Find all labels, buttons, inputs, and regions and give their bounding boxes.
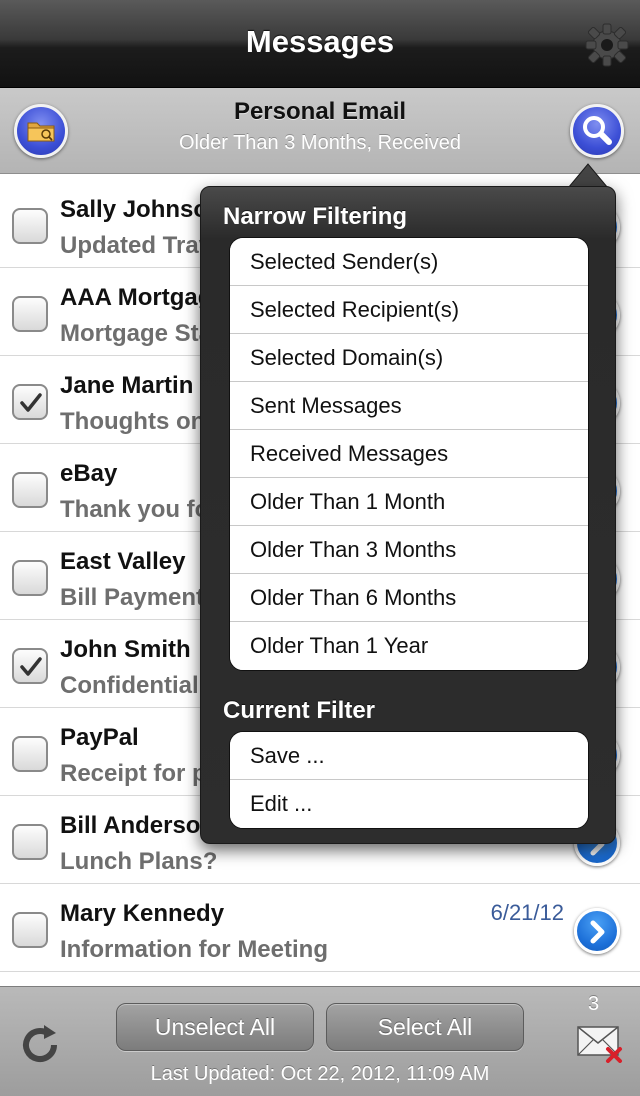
message-checkbox[interactable] [12, 560, 48, 596]
message-sender: eBay [60, 460, 118, 487]
message-checkbox[interactable] [12, 736, 48, 772]
message-sender: Mary Kennedy [60, 900, 225, 927]
narrow-filter-item[interactable]: Older Than 3 Months [230, 526, 588, 574]
message-row[interactable]: Mary Kennedy Information for Meeting 6/21/… [0, 884, 640, 972]
message-sender: Jane Martin [60, 372, 194, 399]
message-subject: Lunch Plans? [60, 848, 218, 875]
last-updated-text: Last Updated: Oct 22, 2012, 11:09 AM [150, 1063, 490, 1085]
narrow-filter-item[interactable]: Received Messages [230, 430, 588, 478]
bottom-toolbar: Unselect All Select All Last Updated: Oc… [0, 986, 640, 1096]
delete-count-badge: 3 [588, 993, 600, 1015]
mailbox-title: Personal Email [233, 98, 407, 125]
message-subject: Bill Payment [60, 584, 205, 611]
folder-icon [27, 122, 55, 142]
narrow-filter-item[interactable]: Selected Recipient(s) [230, 286, 588, 334]
unselect-all-button[interactable]: Unselect All [116, 1003, 314, 1051]
message-checkbox[interactable] [12, 472, 48, 508]
message-checkbox[interactable] [12, 824, 48, 860]
nav-title: Messages [245, 24, 395, 59]
narrow-filter-item[interactable]: Selected Domain(s) [230, 334, 588, 382]
nav-bar: Messages [0, 0, 640, 88]
message-sender: Sally Johnson [60, 196, 223, 223]
gear-icon[interactable] [584, 22, 630, 68]
narrow-filtering-heading: Narrow Filtering [223, 203, 408, 230]
message-checkbox[interactable] [12, 208, 48, 244]
mail-delete-icon[interactable] [576, 1023, 624, 1063]
search-icon [583, 116, 612, 145]
current-filter-list: Save ... Edit ... [229, 731, 589, 829]
select-all-button[interactable]: Select All [326, 1003, 524, 1051]
message-sender: Bill Anderson [60, 812, 216, 839]
search-button[interactable] [570, 104, 624, 158]
message-sender: John Smith [60, 636, 191, 663]
disclosure-button[interactable] [574, 908, 620, 954]
current-filter-item[interactable]: Save ... [230, 732, 588, 780]
narrow-filter-list: Selected Sender(s) Selected Recipient(s) S… [229, 237, 589, 671]
message-sender: East Valley [60, 548, 186, 575]
popover-arrow [568, 163, 608, 188]
message-checkbox[interactable] [12, 296, 48, 332]
message-subject: Information for Meeting [60, 936, 328, 963]
narrow-filter-item[interactable]: Selected Sender(s) [230, 238, 588, 286]
message-checkbox[interactable] [12, 384, 48, 420]
checkmark-icon [20, 657, 42, 676]
message-subject: Confidential [60, 672, 199, 699]
message-date: 6/21/12 [490, 900, 564, 925]
folder-button[interactable] [14, 104, 68, 158]
narrow-filter-item[interactable]: Older Than 6 Months [230, 574, 588, 622]
filter-description: Older Than 3 Months, Received [178, 132, 461, 154]
chevron-right-icon [590, 920, 605, 944]
message-checkbox[interactable] [12, 648, 48, 684]
message-checkbox[interactable] [12, 912, 48, 948]
current-filter-item[interactable]: Edit ... [230, 780, 588, 828]
filter-popover: Narrow Filtering Selected Sender(s) Selec… [200, 186, 616, 844]
narrow-filter-item[interactable]: Older Than 1 Year [230, 622, 588, 670]
checkmark-icon [20, 393, 42, 412]
current-filter-heading: Current Filter [223, 697, 376, 724]
narrow-filter-item[interactable]: Older Than 1 Month [230, 478, 588, 526]
message-sender: PayPal [60, 724, 139, 751]
narrow-filter-item[interactable]: Sent Messages [230, 382, 588, 430]
mailbox-header: Personal Email Older Than 3 Months, Rece… [0, 88, 640, 174]
